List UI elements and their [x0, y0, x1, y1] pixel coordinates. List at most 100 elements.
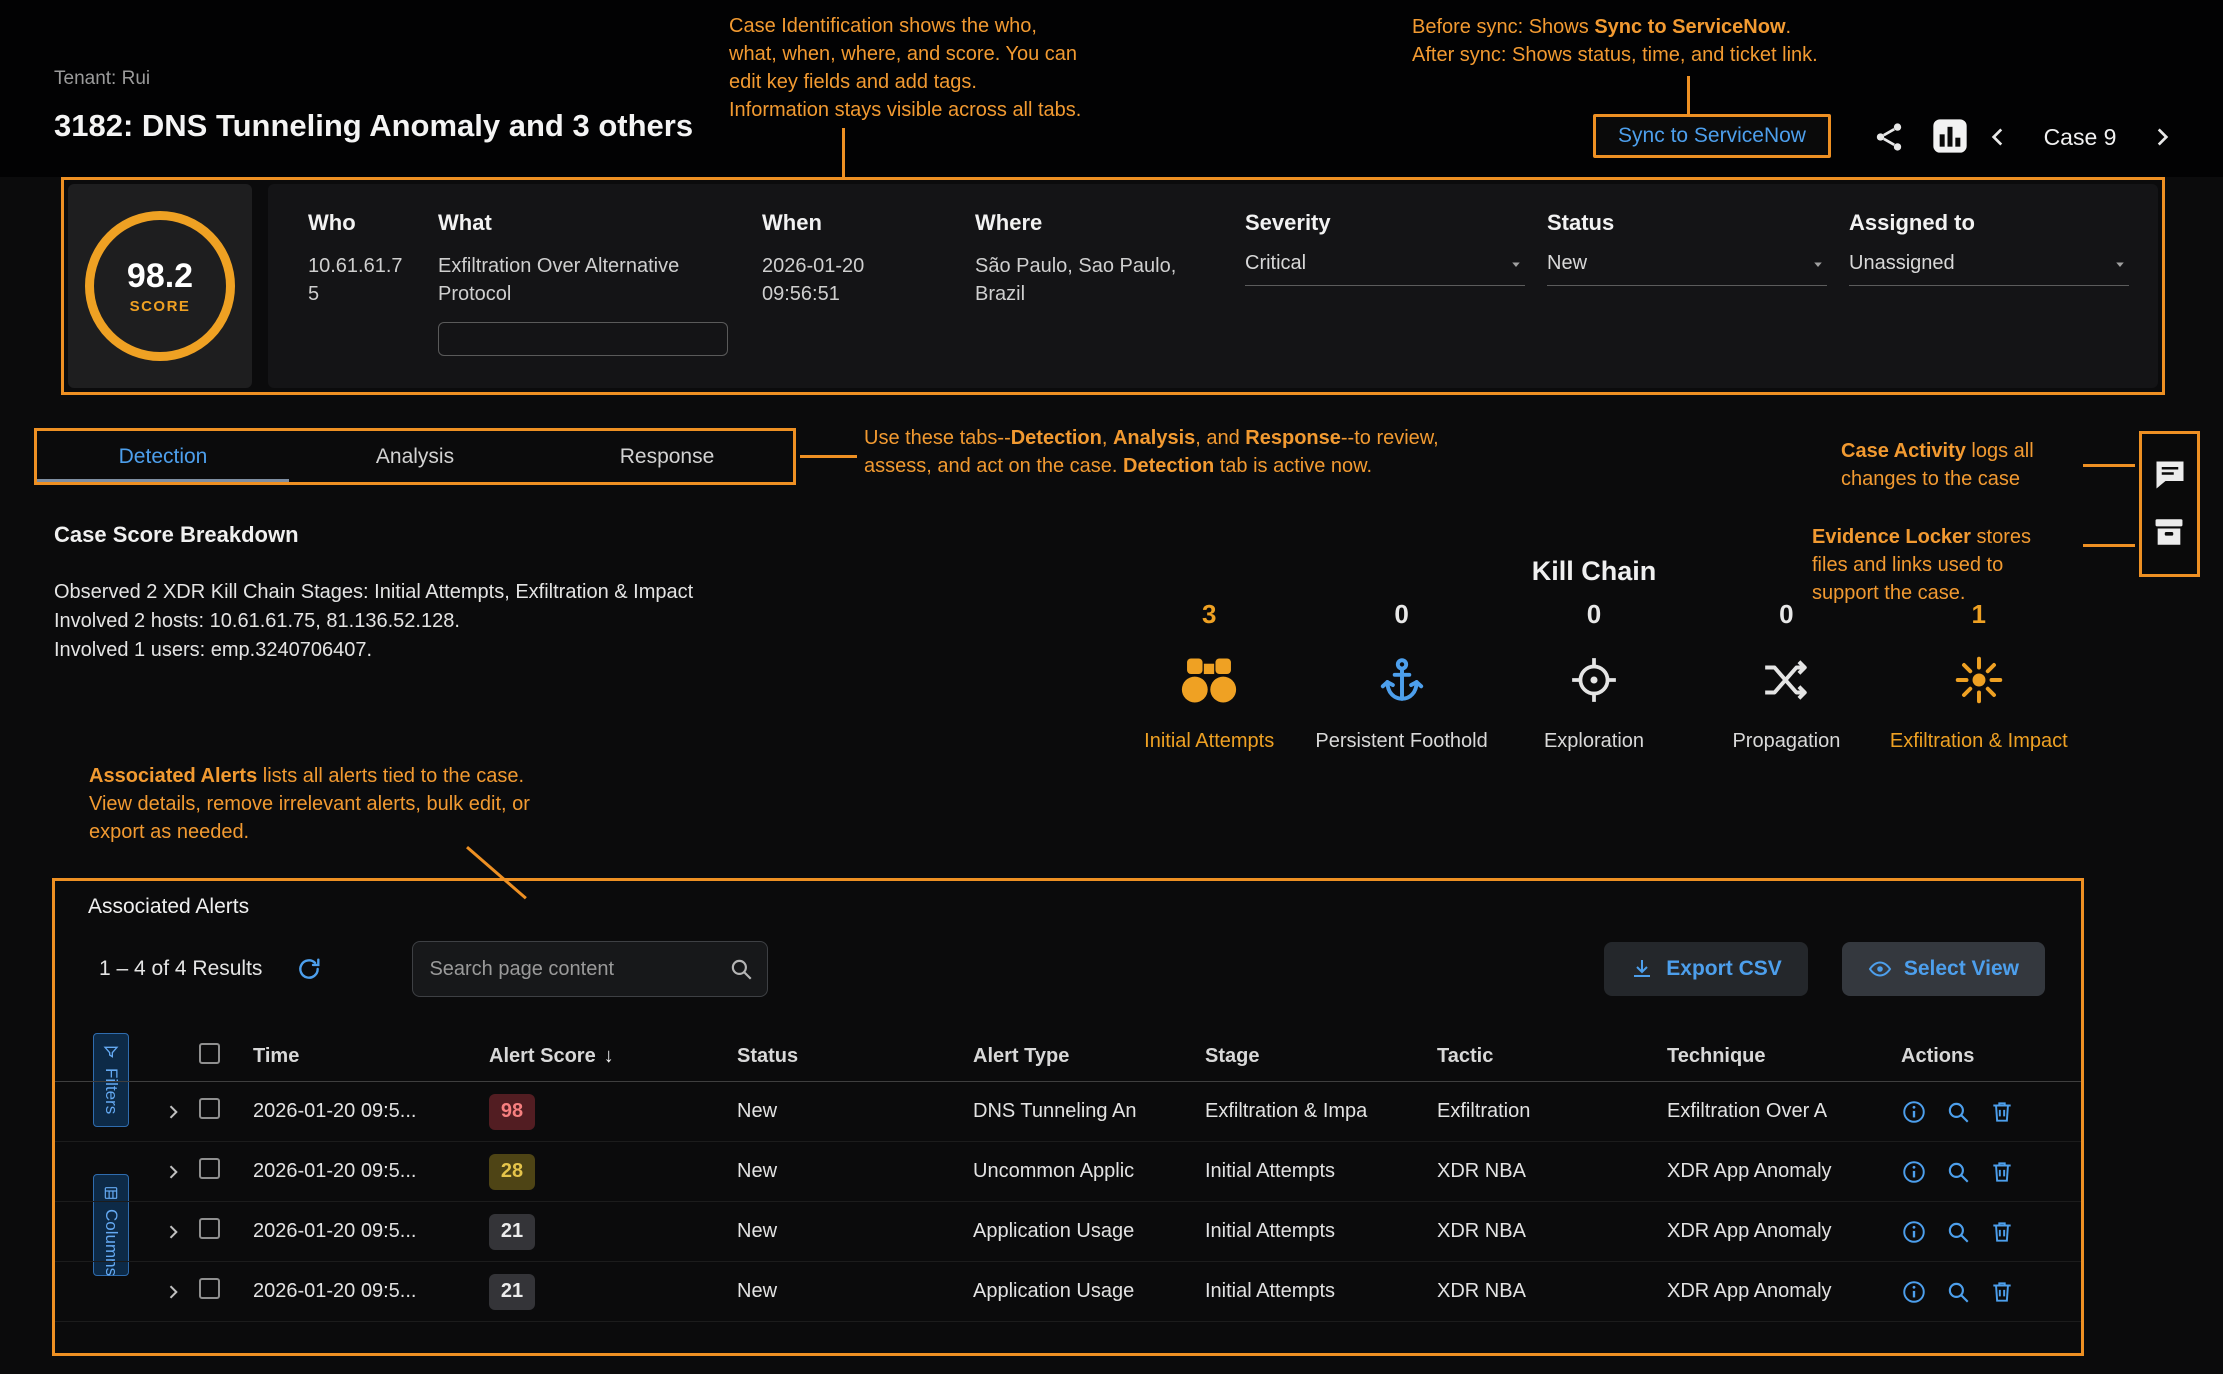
cell-actions: [1901, 1279, 2057, 1305]
export-csv-button[interactable]: Export CSV: [1604, 942, 1808, 996]
delete-trash-icon[interactable]: [1989, 1279, 2015, 1305]
column-header-time[interactable]: Time: [253, 1045, 489, 1068]
kill-chain: Kill Chain 3 Initial Attempts 0 Persiste…: [1113, 556, 2075, 754]
column-header-tactic[interactable]: Tactic: [1437, 1045, 1667, 1068]
search-details-icon[interactable]: [1945, 1159, 1971, 1185]
eye-icon: [1868, 957, 1892, 981]
field-where: Where São Paulo, Sao Paulo, Brazil: [975, 210, 1215, 388]
sort-descending-icon: ↓: [604, 1045, 614, 1067]
cell-alert-type: Application Usage: [973, 1280, 1205, 1303]
cell-stage: Exfiltration & Impa: [1205, 1100, 1437, 1123]
search-details-icon[interactable]: [1945, 1279, 1971, 1305]
search-details-icon[interactable]: [1945, 1099, 1971, 1125]
sync-to-servicenow-button[interactable]: Sync to ServiceNow: [1593, 114, 1831, 158]
search-details-icon[interactable]: [1945, 1219, 1971, 1245]
info-icon[interactable]: [1901, 1219, 1927, 1245]
previous-case-button[interactable]: [1985, 124, 2011, 150]
column-header-stage[interactable]: Stage: [1205, 1045, 1437, 1068]
associated-alerts-panel: Associated Alerts 1 – 4 of 4 Results Exp…: [52, 878, 2084, 1356]
chevron-down-icon: [2111, 255, 2129, 273]
row-checkbox[interactable]: [199, 1278, 220, 1299]
row-checkbox[interactable]: [199, 1158, 220, 1179]
case-identification-panel: 98.2 SCORE Who 10.61.61.75 What Exfiltra…: [61, 177, 2165, 395]
column-header-technique[interactable]: Technique: [1667, 1045, 1901, 1068]
tab-response[interactable]: Response: [541, 431, 793, 482]
expand-row-chevron-icon[interactable]: [163, 1282, 199, 1302]
cell-stage: Initial Attempts: [1205, 1280, 1437, 1303]
case-activity-icon[interactable]: [2152, 457, 2188, 493]
field-when-value: 2026-01-20 09:56:51: [762, 252, 927, 308]
tab-analysis[interactable]: Analysis: [289, 431, 541, 482]
annotation-case-identification: Case Identification shows the who, what,…: [729, 12, 1209, 124]
tab-detection[interactable]: Detection: [37, 431, 289, 482]
side-tools-panel: [2139, 431, 2200, 577]
stage-label: Exfiltration & Impact: [1883, 728, 2075, 754]
delete-trash-icon[interactable]: [1989, 1099, 2015, 1125]
select-view-button[interactable]: Select View: [1842, 942, 2045, 996]
field-when-label: When: [762, 210, 927, 236]
case-detail-page: Tenant: Rui 3182: DNS Tunneling Anomaly …: [0, 0, 2223, 1374]
assigned-dropdown[interactable]: Unassigned: [1849, 252, 2129, 286]
cell-time: 2026-01-20 09:5...: [253, 1160, 489, 1183]
select-all-checkbox[interactable]: [199, 1043, 220, 1064]
row-checkbox[interactable]: [199, 1098, 220, 1119]
alert-score-badge: 21: [489, 1274, 535, 1310]
evidence-locker-icon[interactable]: [2152, 515, 2188, 551]
table-row: 2026-01-20 09:5... 21 New Application Us…: [55, 1202, 2081, 1262]
info-icon[interactable]: [1901, 1279, 1927, 1305]
expand-row-chevron-icon[interactable]: [163, 1222, 199, 1242]
cell-status: New: [737, 1100, 973, 1123]
alerts-table-header: Time Alert Score↓ Status Alert Type Stag…: [55, 1031, 2081, 1082]
associated-alerts-title: Associated Alerts: [88, 895, 249, 919]
cell-status: New: [737, 1280, 973, 1303]
alert-score-badge: 21: [489, 1214, 535, 1250]
info-icon[interactable]: [1901, 1159, 1927, 1185]
breakdown-line: Involved 1 users: emp.3240706407.: [54, 636, 693, 665]
column-header-alert-type[interactable]: Alert Type: [973, 1045, 1205, 1068]
cell-alert-score: 28: [489, 1154, 737, 1190]
info-icon[interactable]: [1901, 1099, 1927, 1125]
delete-trash-icon[interactable]: [1989, 1219, 2015, 1245]
field-status: Status New: [1547, 210, 1827, 388]
row-checkbox[interactable]: [199, 1218, 220, 1239]
severity-dropdown[interactable]: Critical: [1245, 252, 1525, 286]
cell-tactic: XDR NBA: [1437, 1160, 1667, 1183]
cell-alert-score: 21: [489, 1274, 737, 1310]
delete-trash-icon[interactable]: [1989, 1159, 2015, 1185]
cell-time: 2026-01-20 09:5...: [253, 1280, 489, 1303]
case-score-ring: 98.2 SCORE: [85, 211, 235, 361]
field-what: What Exfiltration Over Alternative Proto…: [438, 210, 738, 388]
case-tabs: Detection Analysis Response: [34, 428, 796, 485]
case-score-value: 98.2: [127, 257, 193, 296]
column-header-status[interactable]: Status: [737, 1045, 973, 1068]
cell-tactic: XDR NBA: [1437, 1220, 1667, 1243]
search-input[interactable]: [412, 941, 768, 997]
case-nav-label: Case 9: [2044, 124, 2117, 151]
alerts-table-body: 2026-01-20 09:5... 98 New DNS Tunneling …: [55, 1082, 2081, 1322]
share-icon[interactable]: [1872, 120, 1906, 154]
export-csv-label: Export CSV: [1666, 957, 1782, 981]
cell-alert-type: Application Usage: [973, 1220, 1205, 1243]
results-count: 1 – 4 of 4 Results: [99, 957, 262, 981]
expand-row-chevron-icon[interactable]: [163, 1102, 199, 1122]
chevron-down-icon: [1507, 255, 1525, 273]
field-assigned-label: Assigned to: [1849, 210, 2129, 236]
status-dropdown[interactable]: New: [1547, 252, 1827, 286]
binoculars-icon: [1178, 657, 1240, 704]
next-case-button[interactable]: [2149, 124, 2175, 150]
cell-technique: Exfiltration Over A: [1667, 1100, 1901, 1123]
table-row: 2026-01-20 09:5... 21 New Application Us…: [55, 1262, 2081, 1322]
refresh-icon[interactable]: [296, 956, 322, 982]
tag-input[interactable]: [438, 322, 728, 356]
case-score-breakdown: Observed 2 XDR Kill Chain Stages: Initia…: [54, 578, 693, 665]
annotation-sync: Before sync: Shows Sync to ServiceNow. A…: [1412, 13, 1992, 69]
column-header-alert-score[interactable]: Alert Score↓: [489, 1045, 737, 1068]
cell-actions: [1901, 1219, 2057, 1245]
column-header-actions: Actions: [1901, 1045, 2057, 1068]
field-who-value: 10.61.61.75: [308, 252, 408, 308]
case-navigation: Case 9: [1985, 117, 2175, 157]
cell-stage: Initial Attempts: [1205, 1220, 1437, 1243]
field-what-label: What: [438, 210, 738, 236]
expand-row-chevron-icon[interactable]: [163, 1162, 199, 1182]
analytics-chart-icon[interactable]: [1930, 116, 1970, 156]
